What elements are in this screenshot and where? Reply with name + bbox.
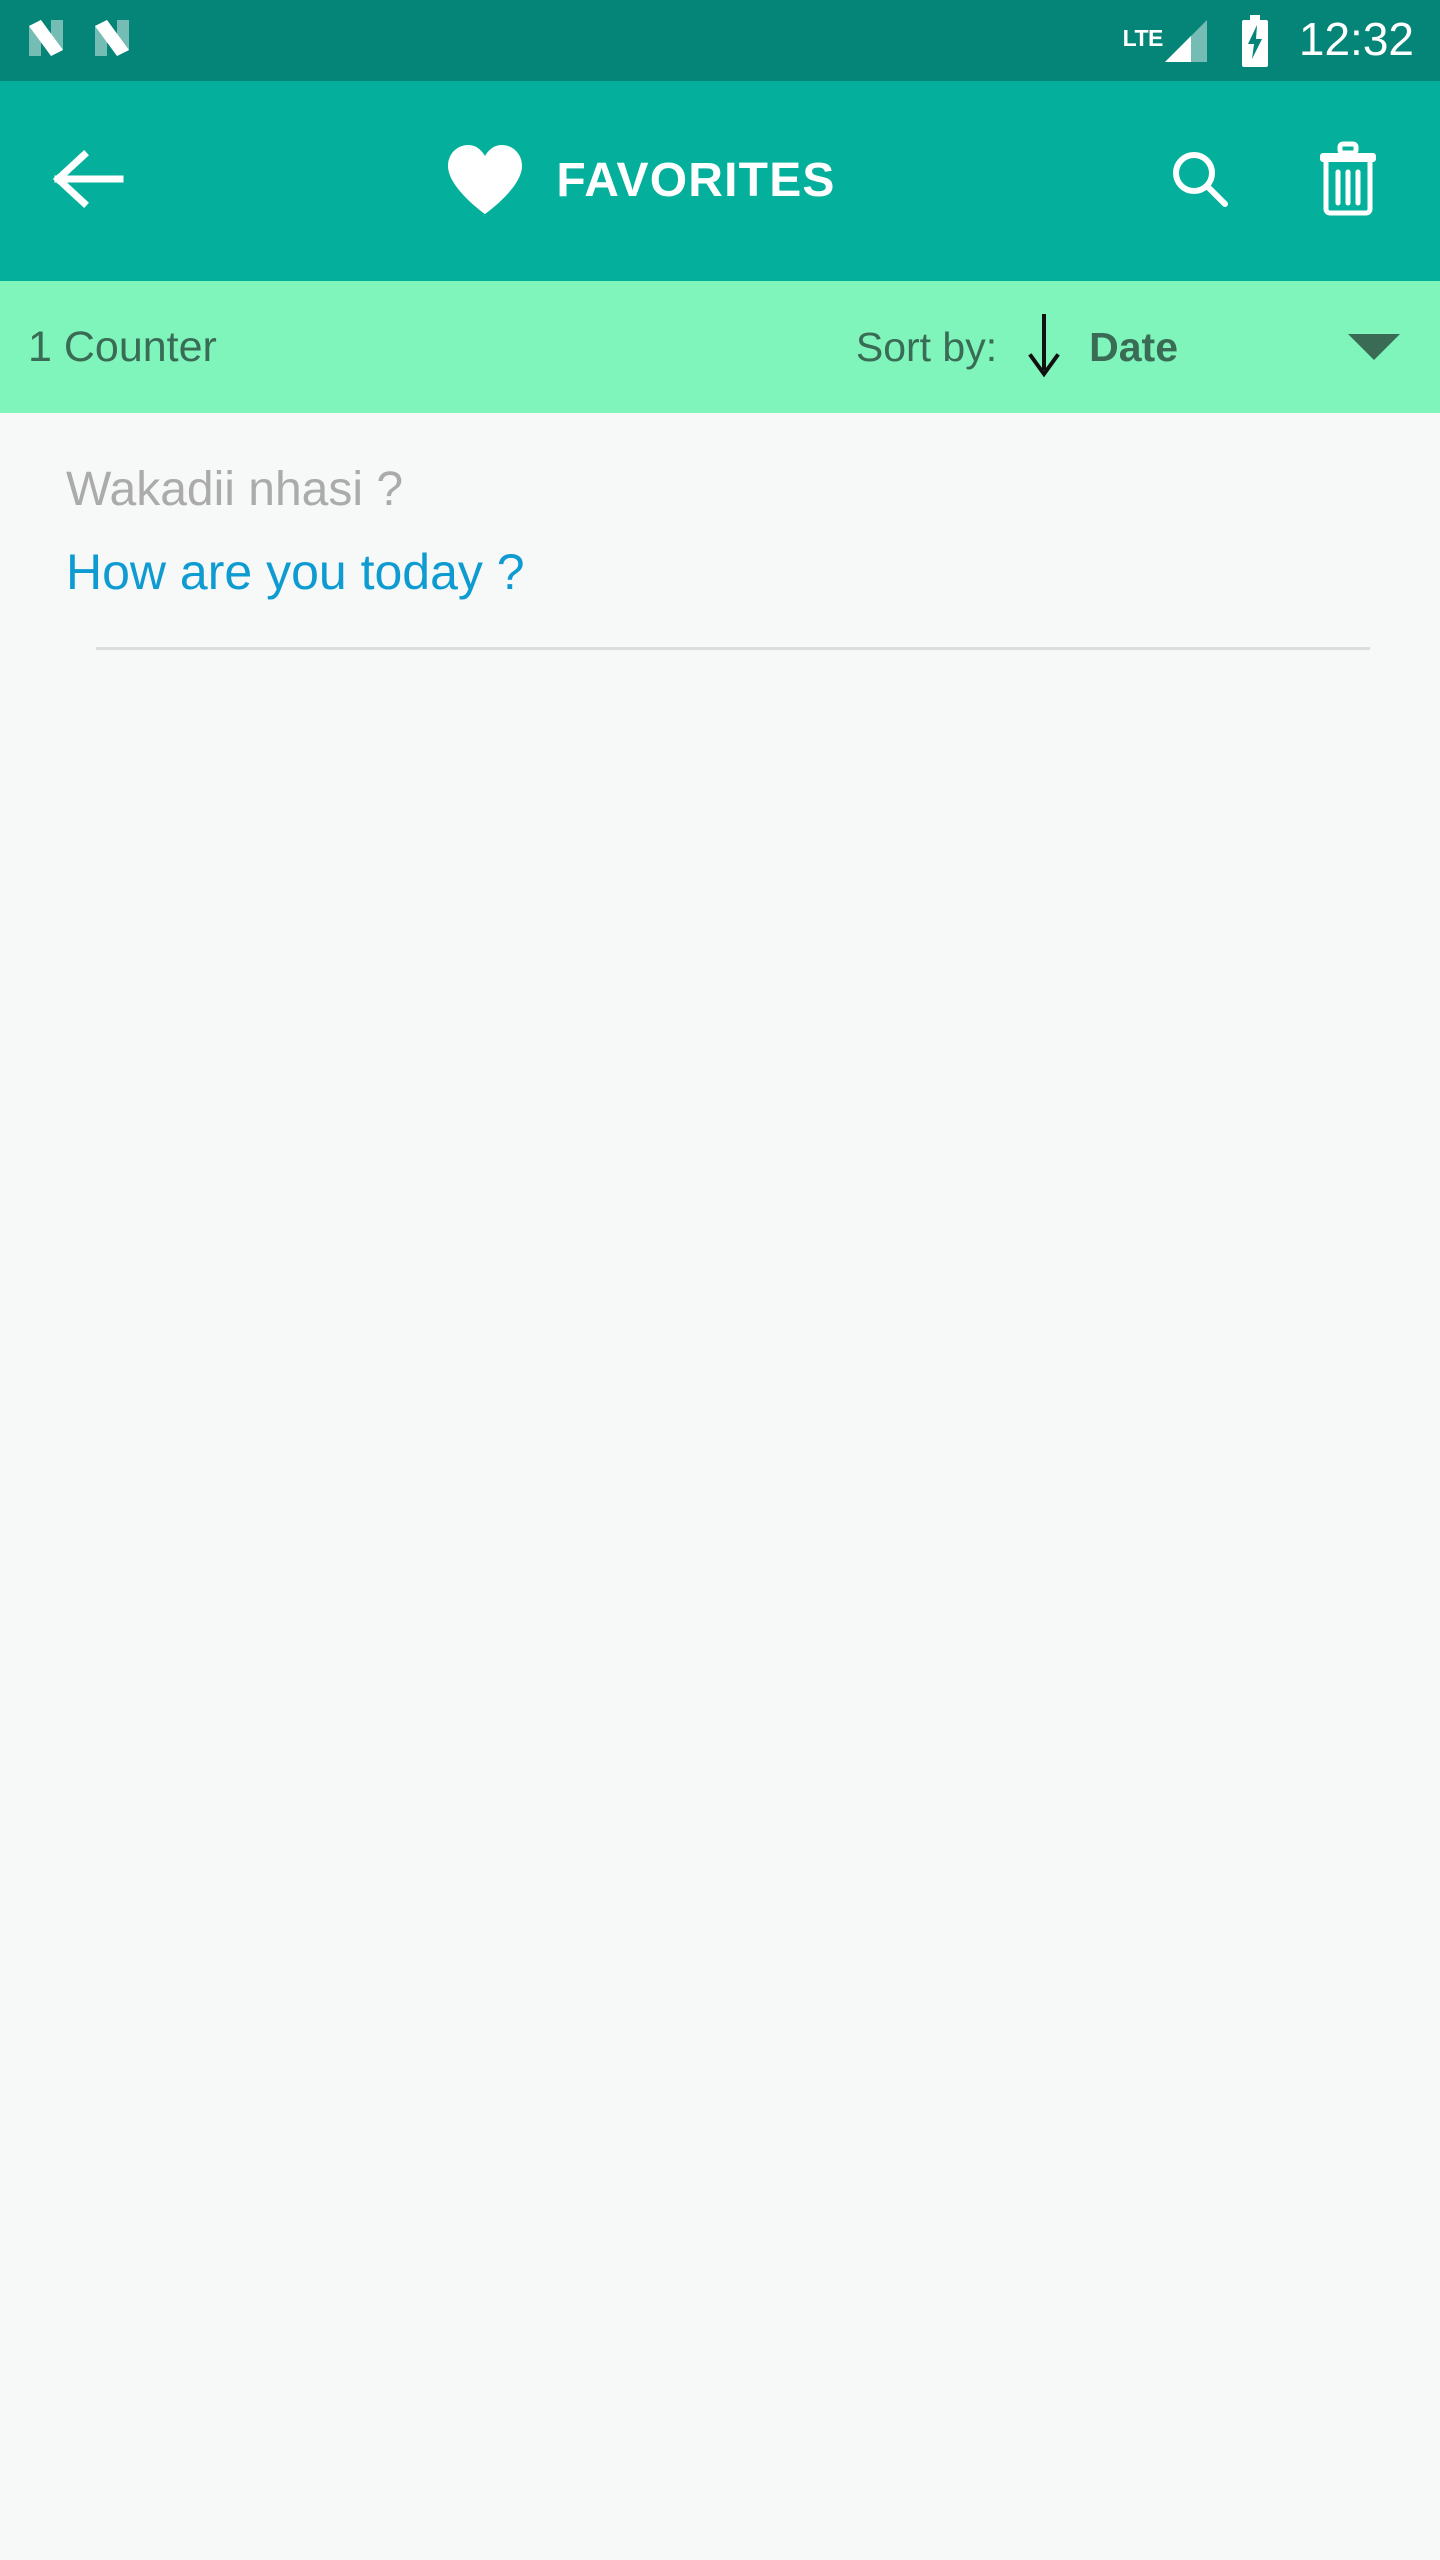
app-bar-title-group: FAVORITES (120, 142, 1160, 221)
list-item[interactable]: Wakadii nhasi ? How are you today ? (0, 413, 1440, 650)
search-button[interactable] (1160, 141, 1240, 221)
app-bar: FAVORITES (0, 81, 1440, 281)
list-divider (96, 646, 1370, 650)
signal-bars-icon: LTE (1117, 16, 1211, 66)
sort-selector[interactable]: Sort by: Date (856, 312, 1400, 383)
sort-value-label: Date (1089, 323, 1178, 370)
sort-bar: 1 Counter Sort by: Date (0, 281, 1440, 413)
trash-icon (1316, 141, 1380, 222)
heart-filled-icon (444, 142, 526, 221)
favorites-list: Wakadii nhasi ? How are you today ? (0, 413, 1440, 2560)
counter-label: 1 Counter (28, 322, 217, 371)
app-bar-actions (1160, 141, 1404, 221)
phrase-source-text: Wakadii nhasi ? (66, 463, 404, 516)
n-logo-icon (90, 16, 134, 65)
delete-button[interactable] (1308, 141, 1388, 221)
back-button[interactable] (44, 138, 130, 224)
sort-by-label: Sort by: (855, 323, 998, 370)
status-bar: LTE 12:32 (0, 0, 1440, 81)
n-logo-icon (24, 16, 68, 65)
status-bar-clock: 12:32 (1298, 12, 1414, 65)
page-title: FAVORITES (556, 154, 836, 207)
arrow-down-icon[interactable] (1025, 312, 1063, 383)
caret-down-icon[interactable] (1348, 334, 1400, 360)
phrase-translation-text: How are you today ? (66, 543, 525, 600)
battery-charging-icon (1237, 13, 1273, 69)
app-root: LTE 12:32 FAVORITES 1 Counter Sort by: D… (0, 0, 1440, 2560)
search-icon (1167, 146, 1233, 217)
status-bar-system-icons: LTE 12:32 (1117, 13, 1414, 69)
network-type-label: LTE (1122, 24, 1164, 51)
arrow-left-icon (50, 149, 124, 214)
status-bar-notifications (24, 16, 134, 65)
